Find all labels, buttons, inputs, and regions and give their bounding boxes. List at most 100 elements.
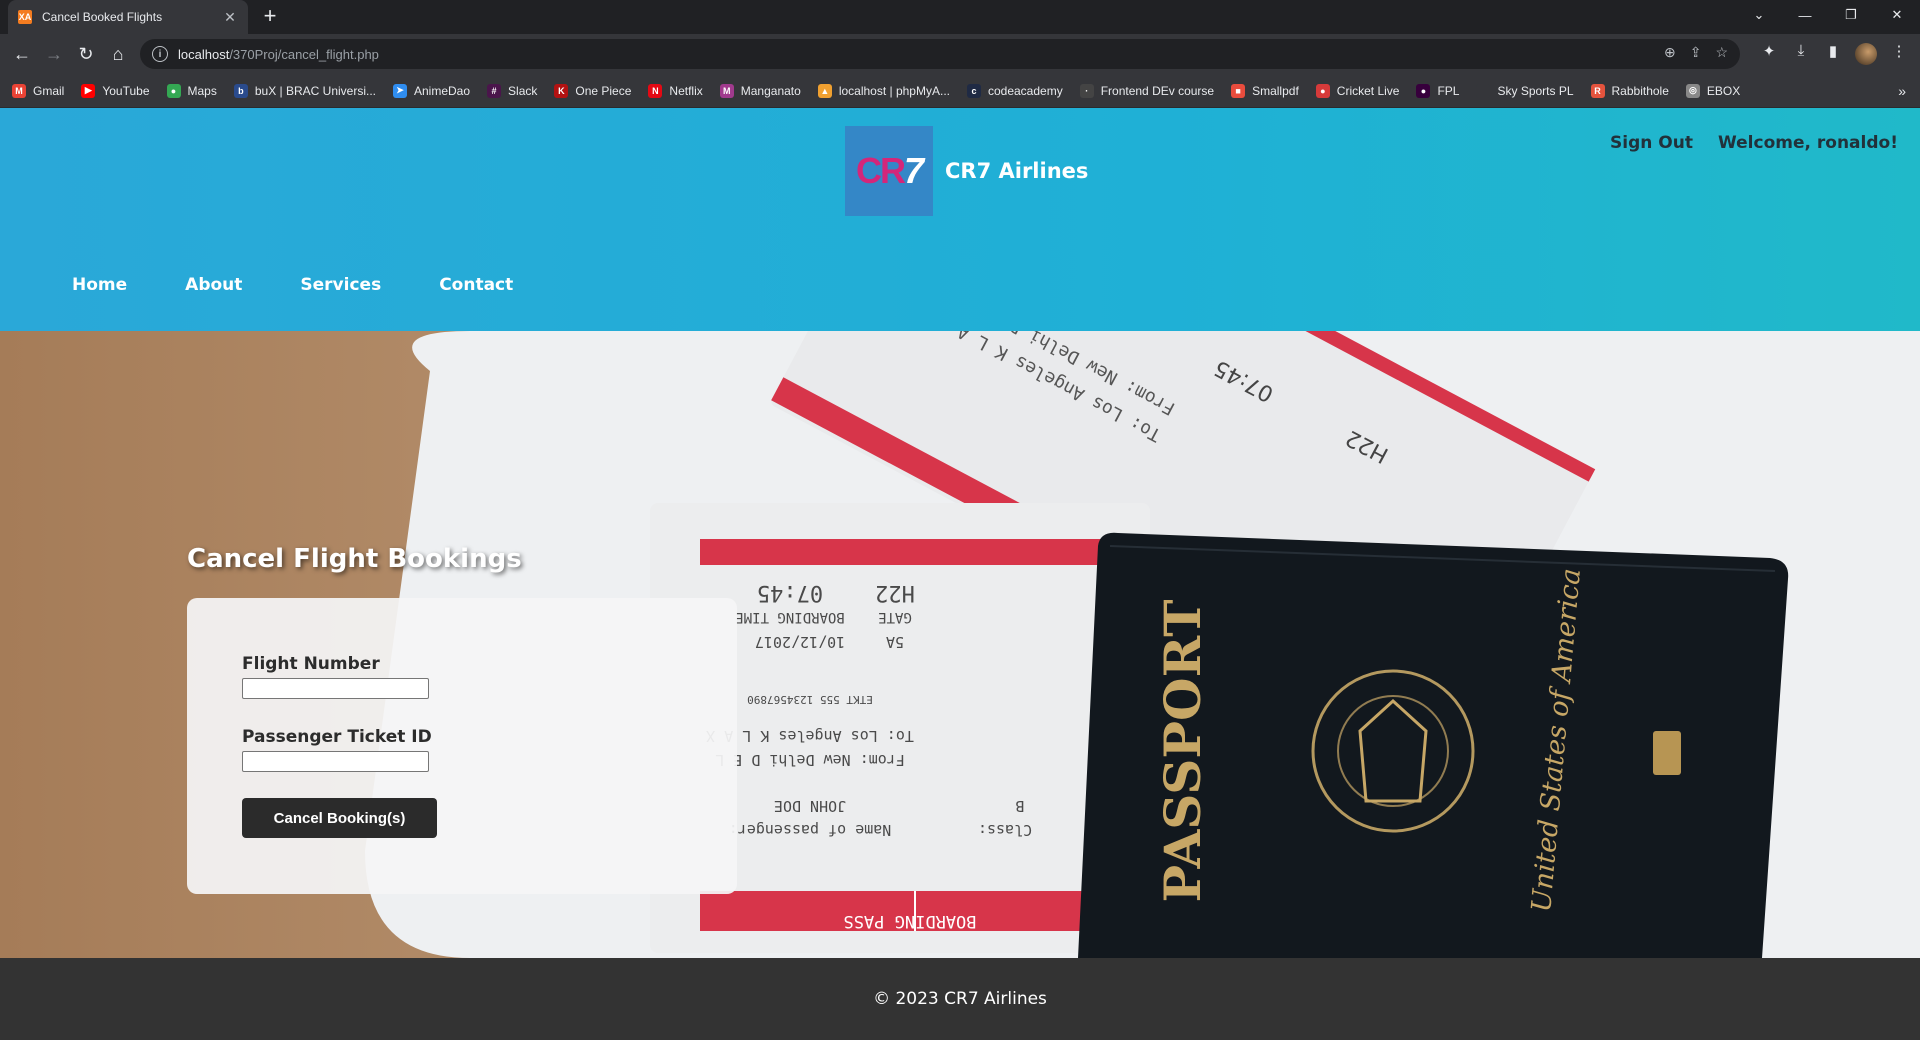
bookmark-item[interactable]: ➤ AnimeDao [393, 83, 471, 98]
address-bar[interactable]: i localhost/370Proj/cancel_flight.php ⊕ … [140, 39, 1740, 69]
new-tab-button[interactable]: + [258, 4, 282, 28]
nav-home[interactable]: Home [72, 275, 127, 295]
back-icon[interactable]: ← [10, 42, 34, 66]
bookmark-favicon-icon: c [966, 83, 981, 98]
bookmark-star-icon[interactable]: ☆ [1715, 44, 1728, 61]
bookmark-label: Gmail [33, 83, 65, 98]
nav-about[interactable]: About [185, 275, 242, 295]
bookmark-favicon-icon: M [12, 83, 26, 98]
close-window-button[interactable]: ✕ [1874, 0, 1920, 30]
bookmark-label: Slack [508, 83, 538, 98]
site-info-icon[interactable]: i [152, 46, 168, 62]
bookmark-item[interactable]: Sky Sports PL [1476, 83, 1574, 98]
bookmark-item[interactable]: K One Piece [554, 83, 632, 98]
front-ticket-boarding-pass: BOARDING PASS [843, 911, 976, 931]
bookmark-label: codeacademy [987, 83, 1063, 98]
url-path: /370Proj/cancel_flight.php [229, 46, 379, 62]
bookmark-item[interactable]: ● Cricket Live [1315, 83, 1400, 98]
site-footer: © 2023 CR7 Airlines [0, 958, 1920, 1040]
browser-tabstrip: XA Cancel Booked Flights ✕ + ⌄ — ❐ ✕ [0, 0, 1920, 34]
restore-window-button[interactable]: ❐ [1828, 0, 1874, 30]
bookmark-item[interactable]: R Rabbithole [1590, 83, 1669, 98]
hero-section: From: New Delhi D E L To: Los Angeles K … [0, 331, 1920, 958]
browser-toolbar: ← → ↻ ⌂ i localhost/370Proj/cancel_fligh… [0, 34, 1920, 74]
bookmark-label: YouTube [102, 83, 150, 98]
tab-title: Cancel Booked Flights [42, 10, 163, 24]
bookmark-favicon-icon: ▶ [81, 83, 96, 98]
cancel-bookings-button[interactable]: Cancel Booking(s) [242, 798, 437, 838]
bookmark-label: One Piece [575, 83, 632, 98]
main-nav: Home About Services Contact [72, 275, 571, 295]
front-ticket-seat: 5A [886, 633, 904, 651]
extensions-icon[interactable]: ✦ [1758, 42, 1780, 60]
front-ticket-gate-label: GATE [878, 609, 912, 625]
bookmark-item[interactable]: ▲ localhost | phpMyA... [817, 83, 950, 98]
front-ticket-boarding-time: BOARDING TIME [735, 609, 845, 625]
bookmark-item[interactable]: N Netflix [648, 83, 703, 98]
bookmark-item[interactable]: M Gmail [12, 83, 65, 98]
bookmark-item[interactable]: c codeacademy [966, 83, 1063, 98]
bookmark-favicon-icon: ■ [1231, 83, 1246, 98]
front-ticket-class-value: B [1015, 797, 1024, 815]
bookmark-favicon-icon: ▲ [817, 83, 832, 98]
menu-kebab-icon[interactable]: ⋮ [1888, 42, 1910, 60]
bookmark-item[interactable]: ● Maps [166, 83, 217, 98]
bookmarks-bar: M Gmail ▶ YouTube ● Maps b buX | BRAC Universi.… [0, 74, 1920, 108]
side-panel-icon[interactable]: ▮ [1822, 42, 1844, 60]
bookmark-favicon-icon: ● [166, 83, 181, 98]
ticket-id-label: Passenger Ticket ID [242, 727, 432, 747]
tab-search-icon[interactable]: ⌄ [1736, 0, 1782, 30]
flight-number-input[interactable] [242, 678, 429, 699]
bookmark-label: Sky Sports PL [1497, 83, 1574, 98]
cancel-booking-form: Flight Number Passenger Ticket ID Cancel… [187, 598, 737, 894]
xampp-favicon-icon: XA [18, 10, 32, 24]
bookmark-label: Cricket Live [1336, 83, 1400, 98]
nav-contact[interactable]: Contact [439, 275, 513, 295]
bookmark-label: AnimeDao [414, 83, 471, 98]
share-icon[interactable]: ⇪ [1690, 44, 1702, 61]
nav-services[interactable]: Services [300, 275, 381, 295]
bookmark-item[interactable]: ■ Smallpdf [1231, 83, 1299, 98]
web-page: CR7 CR7 Airlines Sign Out Welcome, ronal… [0, 108, 1920, 1040]
front-ticket-time: 07:45 [757, 580, 823, 605]
bookmark-item[interactable]: ● FPL [1416, 83, 1460, 98]
bookmark-favicon-icon: R [1590, 83, 1605, 98]
bookmark-label: EBOX [1706, 83, 1741, 98]
bookmark-favicon-icon: M [719, 83, 734, 98]
bookmark-label: FPL [1437, 83, 1460, 98]
front-ticket-etkt: ETKT 555 1234567890 [747, 693, 873, 706]
passport-word: PASSPORT [1153, 600, 1212, 903]
bookmark-label: localhost | phpMyA... [838, 83, 950, 98]
profile-avatar[interactable] [1855, 43, 1877, 65]
bookmark-favicon-icon: # [487, 83, 502, 98]
browser-tab[interactable]: XA Cancel Booked Flights ✕ [8, 0, 248, 34]
bookmark-label: Netflix [669, 83, 703, 98]
bookmark-favicon-icon: ● [1416, 83, 1431, 98]
front-ticket-gate: H22 [875, 580, 915, 605]
sign-out-link[interactable]: Sign Out [1610, 133, 1693, 153]
front-ticket-class-label: Class: [978, 821, 1032, 839]
ticket-id-input[interactable] [242, 751, 429, 772]
bookmark-item[interactable]: M Manganato [719, 83, 801, 98]
more-bookmarks-icon[interactable]: » [1898, 83, 1906, 99]
bookmark-item[interactable]: b buX | BRAC Universi... [233, 83, 376, 98]
bookmark-item[interactable]: ▶ YouTube [81, 83, 150, 98]
cr7-logo[interactable]: CR7 [845, 126, 933, 216]
download-icon[interactable]: ⤓ [1790, 42, 1812, 59]
omnibox-actions: ⊕ ⇪ ☆ [1664, 44, 1728, 61]
bookmark-label: Maps [187, 83, 217, 98]
home-icon[interactable]: ⌂ [106, 42, 130, 66]
flight-number-label: Flight Number [242, 654, 380, 674]
bookmark-favicon-icon: · [1079, 83, 1094, 98]
bookmark-favicon-icon: K [554, 83, 569, 98]
reload-icon[interactable]: ↻ [74, 42, 98, 66]
tab-close-icon[interactable]: ✕ [222, 9, 238, 26]
bookmark-label: Smallpdf [1252, 83, 1299, 98]
minimize-window-button[interactable]: — [1782, 0, 1828, 30]
zoom-icon[interactable]: ⊕ [1664, 44, 1676, 61]
front-ticket-date: 10/12/2017 [755, 633, 845, 651]
bookmark-item[interactable]: · Frontend DEv course [1079, 83, 1214, 98]
bookmark-item[interactable]: # Slack [487, 83, 538, 98]
bookmark-item[interactable]: ◎ EBOX [1685, 83, 1741, 98]
forward-icon[interactable]: → [42, 42, 66, 66]
